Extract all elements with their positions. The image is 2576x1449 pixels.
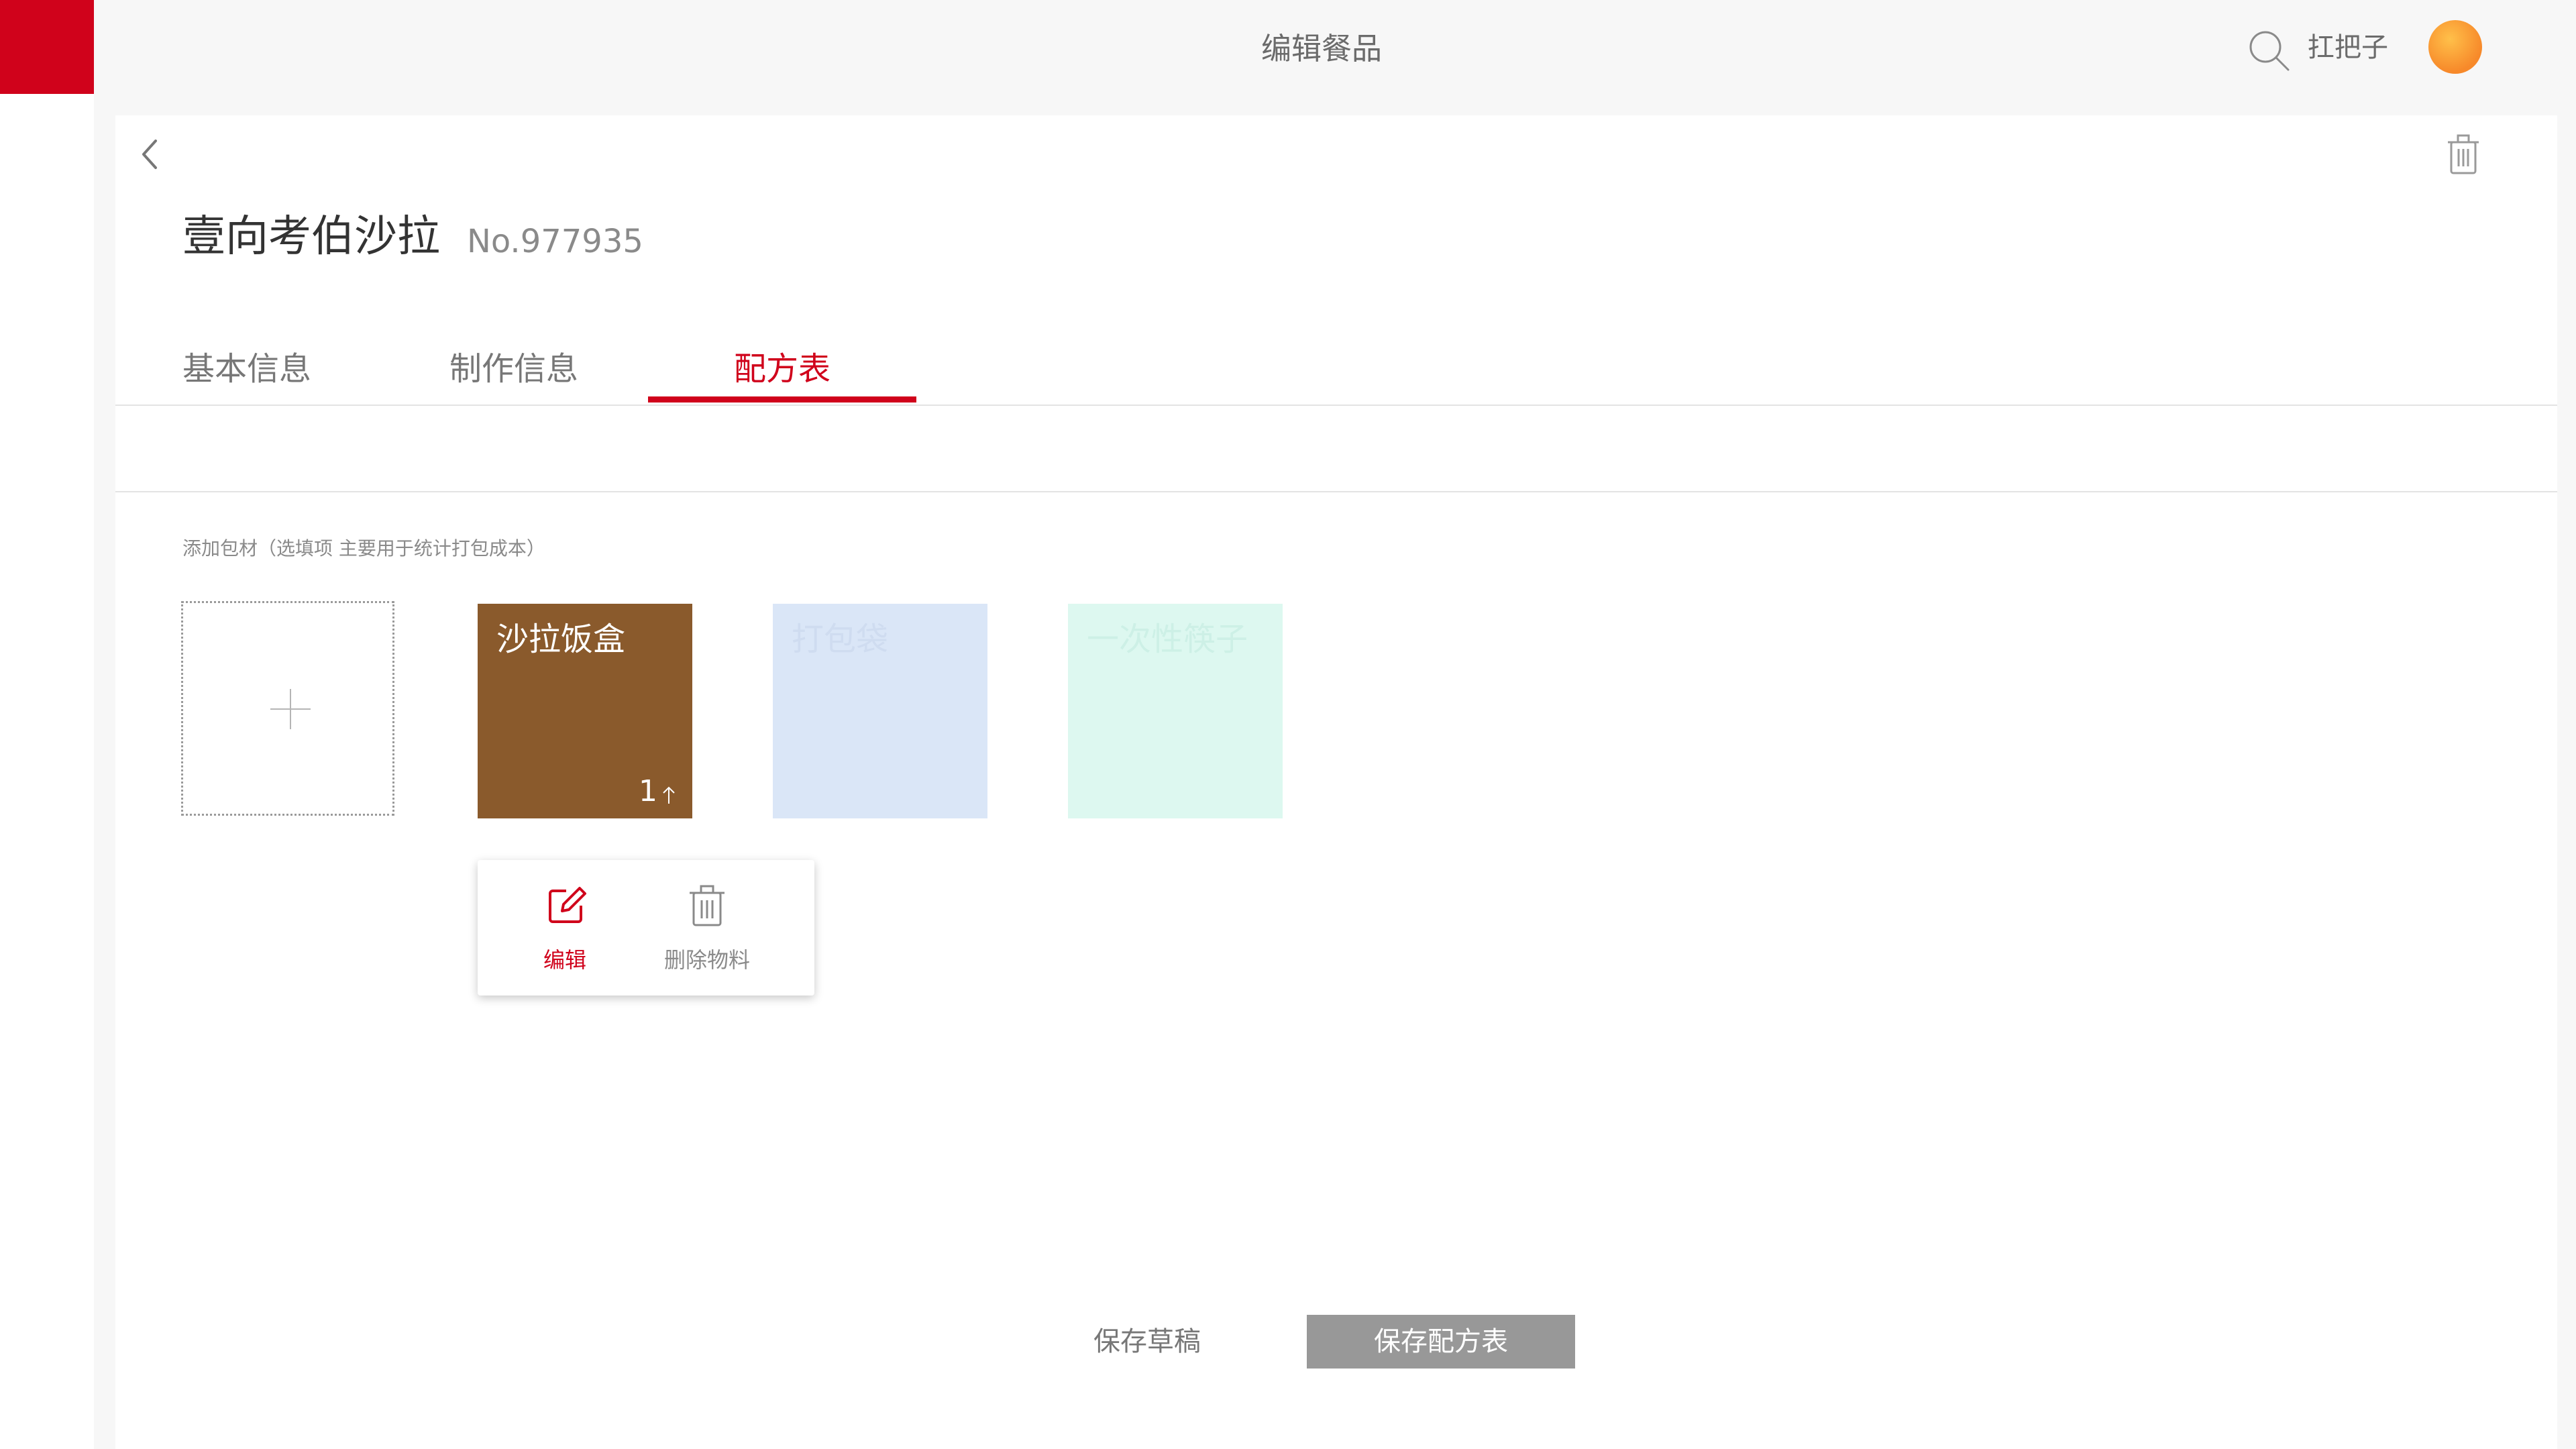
tab-basic-info[interactable]: 基本信息 (182, 345, 311, 392)
tab-recipe[interactable]: 配方表 (734, 345, 830, 392)
packaging-hint: 添加包材（选填项 主要用于统计打包成本） (182, 537, 545, 559)
search-icon[interactable] (2245, 27, 2292, 74)
trash-icon (690, 885, 724, 926)
packaging-action-popup: 编辑 删除物料 (478, 860, 814, 996)
edit-label: 编辑 (543, 947, 586, 973)
delete-material-label: 删除物料 (663, 947, 750, 973)
packaging-tile-label: 打包袋 (792, 621, 889, 658)
edit-icon (549, 887, 586, 923)
add-packaging-button[interactable] (181, 601, 394, 816)
packaging-tile-bag[interactable]: 打包袋 (773, 604, 987, 818)
tab-production-info[interactable]: 制作信息 (449, 345, 578, 392)
user-name[interactable]: 扛把子 (2308, 24, 2388, 71)
packaging-tile-label: 一次性筷子 (1087, 621, 1248, 658)
app-logo[interactable] (0, 0, 94, 94)
left-rail (0, 0, 94, 1449)
trash-icon[interactable] (2445, 133, 2481, 176)
save-recipe-button[interactable]: 保存配方表 (1307, 1315, 1575, 1368)
back-icon[interactable] (133, 134, 166, 174)
packaging-tile-chopsticks[interactable]: 一次性筷子 (1068, 604, 1283, 818)
tab-divider (115, 405, 2557, 406)
page-title: 编辑餐品 (1260, 31, 1382, 66)
dish-number: No.977935 (467, 223, 643, 260)
avatar[interactable] (2428, 20, 2482, 74)
packaging-quantity: 1 (639, 774, 657, 808)
plus-icon-stroke (290, 689, 291, 729)
delete-material-button[interactable]: 删除物料 (653, 880, 761, 981)
dish-name: 壹向考伯沙拉 (182, 212, 440, 262)
edit-button[interactable]: 编辑 (518, 880, 612, 981)
arrow-up-icon (663, 786, 675, 804)
save-draft-button[interactable]: 保存草稿 (1046, 1315, 1248, 1368)
packaging-tile-label: 沙拉饭盒 (496, 621, 626, 658)
active-tab-indicator (648, 396, 916, 402)
section-divider (115, 491, 2557, 492)
packaging-tile-salad-box[interactable]: 沙拉饭盒 1 (478, 604, 692, 818)
